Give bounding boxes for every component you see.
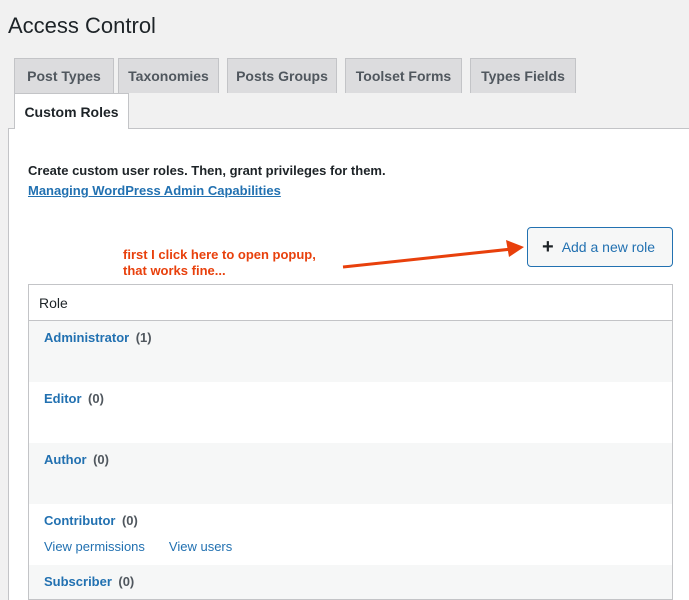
role-count: (0) [93,452,109,467]
table-row: Administrator (1) [29,321,672,382]
role-count: (0) [121,513,138,528]
view-users-link[interactable]: View users [169,539,232,554]
role-name-administrator[interactable]: Administrator [44,330,129,345]
table-header-role: Role [29,285,672,321]
role-name-contributor[interactable]: Contributor [44,513,115,528]
add-new-role-button[interactable]: + Add a new role [527,227,673,267]
table-row: Author (0) [29,443,672,504]
role-count: (0) [118,574,135,589]
roles-table: Role Administrator (1) Editor (0) Author… [28,284,673,600]
role-count: (0) [88,391,104,406]
view-permissions-link[interactable]: View permissions [44,539,145,554]
add-new-role-label: Add a new role [561,239,656,255]
tab-custom-roles[interactable]: Custom Roles [14,93,129,129]
role-name-subscriber[interactable]: Subscriber [44,574,112,589]
row-actions: View permissions View users [44,539,232,554]
table-row: Subscriber (0) [29,565,672,599]
role-name-editor[interactable]: Editor [44,391,82,406]
role-name-author[interactable]: Author [44,452,87,467]
plus-icon: + [542,236,554,258]
table-row: Editor (0) [29,382,672,443]
role-count: (1) [135,330,152,345]
table-row: Contributor (0) View permissions View use… [29,504,672,565]
